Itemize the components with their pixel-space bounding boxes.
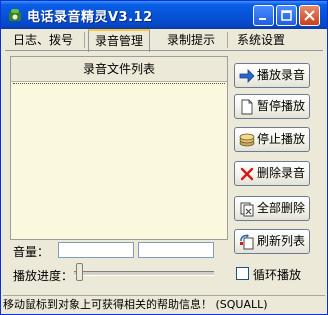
pause-playback-label: 暂停播放 — [257, 99, 306, 113]
minimize-icon — [259, 18, 266, 20]
tab-system-settings[interactable]: 系统设置 — [231, 31, 291, 49]
refresh-list-button[interactable]: 刷新列表 — [234, 229, 310, 254]
stop-playback-button[interactable]: 停止播放 — [234, 127, 310, 152]
maximize-button[interactable] — [276, 5, 297, 26]
tab-log-dial[interactable]: 日志、拨号 — [7, 31, 79, 49]
tab-separator — [84, 32, 85, 48]
delete-all-button[interactable]: 全部删除 — [234, 196, 310, 221]
volume-label: 音量： — [13, 245, 50, 259]
status-bar: 移动鼠标到对象上可获得相关的帮助信息！ (SQUALL) — [3, 295, 325, 313]
document-icon — [239, 99, 255, 115]
progress-slider-track[interactable] — [74, 271, 214, 276]
phone-recorder-icon — [7, 7, 23, 23]
close-icon — [304, 10, 315, 21]
volume-left-field[interactable] — [58, 242, 134, 258]
red-x-icon — [239, 166, 255, 182]
recording-file-list[interactable]: 录音文件列表 — [10, 56, 228, 240]
stack-icon — [239, 132, 255, 148]
status-text: 移动鼠标到对象上可获得相关的帮助信息！ (SQUALL) — [3, 298, 268, 311]
pause-playback-button[interactable]: 暂停播放 — [234, 94, 310, 119]
maximize-icon — [281, 10, 292, 21]
close-button[interactable] — [299, 5, 320, 26]
app-window: 电话录音精灵V3.12 日志、拨号 录音管理 录制提示 系统设置 录音文件列表 … — [0, 0, 328, 315]
loop-label[interactable]: 循环播放 — [253, 266, 301, 283]
progress-slider-thumb[interactable] — [76, 263, 83, 281]
tab-recording-management[interactable]: 录音管理 — [88, 29, 151, 52]
refresh-icon — [239, 234, 255, 250]
minimize-button[interactable] — [253, 5, 274, 26]
delete-recording-label: 删除录音 — [257, 166, 306, 180]
list-header: 录音文件列表 — [11, 57, 227, 82]
stop-playback-label: 停止播放 — [257, 132, 306, 146]
delete-all-label: 全部删除 — [257, 201, 306, 215]
tab-panel-border — [5, 50, 323, 51]
arrow-right-icon — [239, 68, 255, 84]
delete-all-icon — [239, 201, 255, 217]
play-recording-button[interactable]: 播放录音 — [234, 63, 310, 88]
volume-right-field[interactable] — [138, 242, 214, 258]
title-bar[interactable]: 电话录音精灵V3.12 — [1, 1, 327, 29]
list-body[interactable] — [13, 83, 225, 237]
progress-label: 播放进度： — [13, 269, 74, 283]
window-title: 电话录音精灵V3.12 — [27, 10, 153, 25]
play-recording-label: 播放录音 — [257, 68, 306, 82]
tab-recording-prompt[interactable]: 录制提示 — [161, 31, 221, 49]
loop-checkbox[interactable] — [236, 267, 249, 280]
refresh-list-label: 刷新列表 — [257, 234, 306, 248]
delete-recording-button[interactable]: 删除录音 — [234, 161, 310, 186]
tab-separator — [227, 32, 228, 48]
